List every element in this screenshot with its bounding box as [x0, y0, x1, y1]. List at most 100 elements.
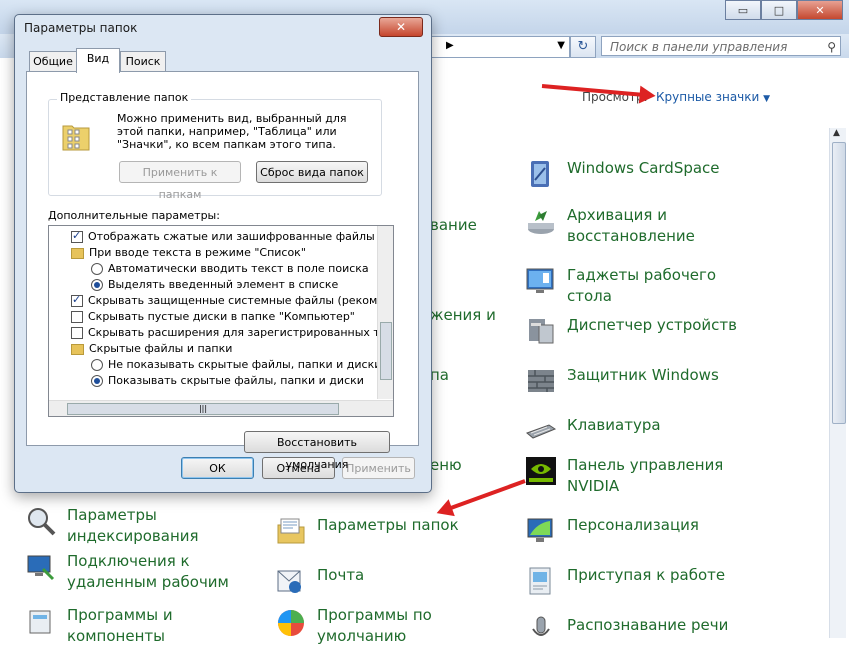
checkbox[interactable]: [71, 228, 83, 244]
cp-item-label: Windows CardSpace: [567, 159, 720, 177]
search-placeholder: Поиск в панели управления: [610, 40, 788, 54]
cp-item-cardspace[interactable]: Windows CardSpace: [525, 158, 747, 190]
view-mode-value: Крупные значки: [656, 90, 760, 104]
cp-item-label: Защитник Windows: [567, 366, 719, 384]
view-mode-dropdown[interactable]: Крупные значки ▼: [656, 90, 770, 104]
tree-item-label: Скрытые файлы и папки: [89, 342, 233, 355]
apply-to-folders-button[interactable]: Применить к папкам: [119, 161, 241, 201]
radio[interactable]: [91, 359, 103, 371]
cp-item-label: Подключения к удаленным рабочим: [67, 552, 229, 591]
cp-item-label: Гаджеты рабочего стола: [567, 266, 717, 305]
tree-item-auto-type[interactable]: Автоматически вводить текст в поле поиск…: [91, 261, 369, 277]
radio[interactable]: [91, 375, 103, 387]
search-icon[interactable]: ⚲: [827, 37, 836, 57]
chevron-down-icon: ▼: [763, 94, 771, 104]
tree-vertical-scrollbar[interactable]: [377, 226, 393, 399]
folder-icon: [71, 343, 84, 355]
search-input[interactable]: Поиск в панели управления ⚲: [601, 36, 841, 56]
tree-item-label: Скрывать защищенные системные файлы (рек…: [88, 294, 394, 307]
cp-item-defender[interactable]: Защитник Windows: [525, 365, 747, 397]
getting-started-icon: [529, 567, 551, 595]
breadcrumb-arrow-icon[interactable]: ▶: [446, 40, 454, 51]
checkbox[interactable]: [71, 292, 83, 308]
radio[interactable]: [91, 263, 103, 275]
scroll-up-icon[interactable]: ▲: [833, 128, 840, 138]
backup-icon: [528, 211, 554, 234]
keyboard-icon: [526, 424, 557, 439]
chevron-down-icon[interactable]: ▼: [557, 40, 565, 51]
cp-item-label: Распознавание речи: [567, 616, 729, 634]
cp-item-indexing[interactable]: Параметры индексирования: [25, 505, 247, 547]
cp-scroll-thumb[interactable]: [832, 142, 846, 424]
tree-item-hide-empty-drives[interactable]: Скрывать пустые диски в папке "Компьютер…: [71, 309, 355, 325]
tree-item-dont-show-hidden[interactable]: Не показывать скрытые файлы, папки и дис…: [91, 357, 381, 373]
tree-item-hidden-files[interactable]: Скрытые файлы и папки: [71, 341, 232, 357]
apply-button[interactable]: Применить: [342, 457, 415, 479]
cp-item-speech[interactable]: Распознавание речи: [525, 615, 747, 647]
partial-label[interactable]: вание: [430, 216, 477, 234]
cp-item-label: Клавиатура: [567, 416, 661, 434]
folder-view-group-title: Представление папок: [57, 91, 192, 104]
refresh-icon[interactable]: ↻: [570, 36, 596, 58]
tree-item-label: Показывать скрытые файлы, папки и диски: [108, 374, 364, 387]
folder-options-dialog: Параметры папок ✕ Общие Вид Поиск Предст…: [14, 14, 432, 493]
cp-item-keyboard[interactable]: Клавиатура: [525, 415, 747, 447]
defender-icon: [528, 370, 554, 392]
cp-item-mail[interactable]: Почта: [275, 565, 497, 597]
tree-item-ntfs[interactable]: Отображать сжатые или зашифрованные файл…: [71, 228, 394, 245]
nvidia-icon: [526, 457, 556, 485]
tree-item-label: Выделять введенный элемент в списке: [108, 278, 339, 291]
radio[interactable]: [91, 279, 103, 291]
checkbox[interactable]: [71, 327, 83, 339]
tab-view[interactable]: Вид: [76, 48, 120, 73]
tab-general[interactable]: Общие: [29, 51, 77, 72]
tree-item-label: Скрывать расширения для зарегистрированн…: [88, 326, 394, 339]
folder-view-description: Можно применить вид, выбранный для этой …: [117, 112, 347, 151]
programs-icon: [29, 610, 51, 634]
tree-item-hide-system[interactable]: Скрывать защищенные системные файлы (рек…: [71, 292, 394, 309]
default-programs-icon: [278, 610, 304, 636]
dialog-close-button[interactable]: ✕: [379, 17, 423, 37]
partial-label[interactable]: еню: [430, 456, 462, 474]
tree-item-hide-extensions[interactable]: Скрывать расширения для зарегистрированн…: [71, 325, 394, 341]
ok-button[interactable]: ОК: [181, 457, 254, 479]
gadgets-icon: [526, 268, 554, 293]
device-manager-icon: [529, 319, 554, 344]
tree-item-select-typed[interactable]: Выделять введенный элемент в списке: [91, 277, 338, 293]
tree-item-show-hidden[interactable]: Показывать скрытые файлы, папки и диски: [91, 373, 364, 389]
tree-item-label: Отображать сжатые или зашифрованные файл…: [88, 230, 394, 243]
partial-label[interactable]: па: [430, 366, 449, 384]
cp-item-gadgets[interactable]: Гаджеты рабочего стола: [525, 265, 747, 307]
speech-icon: [532, 616, 550, 636]
cp-item-folder-options[interactable]: Параметры папок: [275, 515, 497, 547]
checkbox[interactable]: [71, 311, 83, 323]
cp-item-label: Панель управления NVIDIA: [567, 456, 724, 495]
cp-item-getting-started[interactable]: Приступая к работе: [525, 565, 747, 597]
tree-hscroll-thumb[interactable]: |||: [67, 403, 339, 415]
tree-item-label: Не показывать скрытые файлы, папки и дис…: [108, 358, 382, 371]
maximize-button[interactable]: □: [761, 0, 797, 20]
cp-item-default-programs[interactable]: Программы по умолчанию: [275, 605, 497, 647]
advanced-settings-tree[interactable]: Отображать сжатые или зашифрованные файл…: [48, 225, 394, 417]
partial-label[interactable]: жения и: [430, 306, 496, 324]
cp-item-programs[interactable]: Программы и компоненты: [25, 605, 247, 647]
tree-horizontal-scrollbar[interactable]: |||: [49, 400, 393, 416]
cp-scrollbar[interactable]: ▲: [829, 128, 846, 638]
folder-view-icon: [62, 125, 90, 151]
tree-scroll-thumb[interactable]: [380, 322, 392, 380]
minimize-button[interactable]: ▭: [725, 0, 761, 20]
reset-folders-button[interactable]: Сброс вида папок: [256, 161, 368, 183]
cp-item-nvidia[interactable]: Панель управления NVIDIA: [525, 455, 747, 497]
cp-item-backup[interactable]: Архивация и восстановление: [525, 205, 747, 247]
indexing-icon: [28, 508, 56, 536]
cp-item-label: Программы по умолчанию: [317, 606, 432, 645]
tab-search[interactable]: Поиск: [120, 51, 166, 72]
cp-item-remote-desktop[interactable]: Подключения к удаленным рабочим: [25, 551, 247, 593]
tree-item-list-typing[interactable]: При вводе текста в режиме "Список": [71, 245, 306, 261]
cp-close-button[interactable]: ✕: [797, 0, 843, 20]
cp-item-personalization[interactable]: Персонализация: [525, 515, 747, 547]
cp-item-device-manager[interactable]: Диспетчер устройств: [525, 315, 747, 347]
cp-item-label: Почта: [317, 566, 365, 584]
restore-defaults-button[interactable]: Восстановить умолчания: [244, 431, 390, 471]
cp-item-label: Программы и компоненты: [67, 606, 173, 645]
